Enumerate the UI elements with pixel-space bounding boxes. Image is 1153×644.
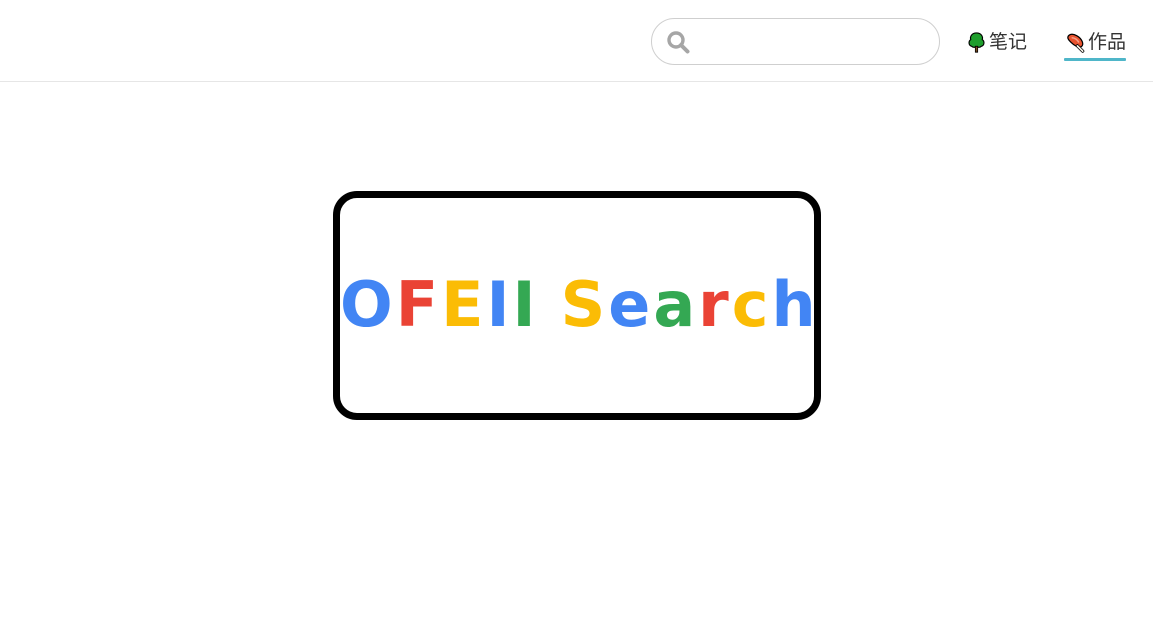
search-input[interactable]	[700, 25, 929, 60]
logo-letter: S	[560, 268, 609, 341]
logo-letter: e	[608, 268, 654, 341]
logo-letter: c	[731, 268, 772, 341]
nav-label-works: 作品	[1088, 31, 1127, 53]
logo-letter	[539, 270, 561, 340]
logo-letter: I	[512, 268, 539, 341]
nav-item-notes[interactable]: 笔记	[965, 28, 1027, 56]
logo-letter: O	[340, 268, 396, 341]
nav-label-notes: 笔记	[989, 31, 1028, 53]
logo-card: OFEII Search	[333, 191, 821, 420]
logo-letter: r	[698, 268, 732, 341]
logo-text: OFEII Search	[340, 268, 816, 341]
search-box[interactable]	[651, 18, 940, 65]
logo-letter: a	[653, 268, 699, 341]
logo-letter: E	[441, 268, 487, 341]
meat-icon	[1067, 33, 1085, 53]
logo-letter: I	[486, 268, 513, 341]
nav-item-works[interactable]: 作品	[1064, 28, 1127, 61]
tree-icon	[968, 31, 985, 53]
search-icon[interactable]	[666, 30, 690, 54]
logo-letter: F	[395, 268, 442, 341]
logo-letter: h	[771, 268, 819, 341]
top-header: 笔记 作品	[0, 0, 1153, 82]
